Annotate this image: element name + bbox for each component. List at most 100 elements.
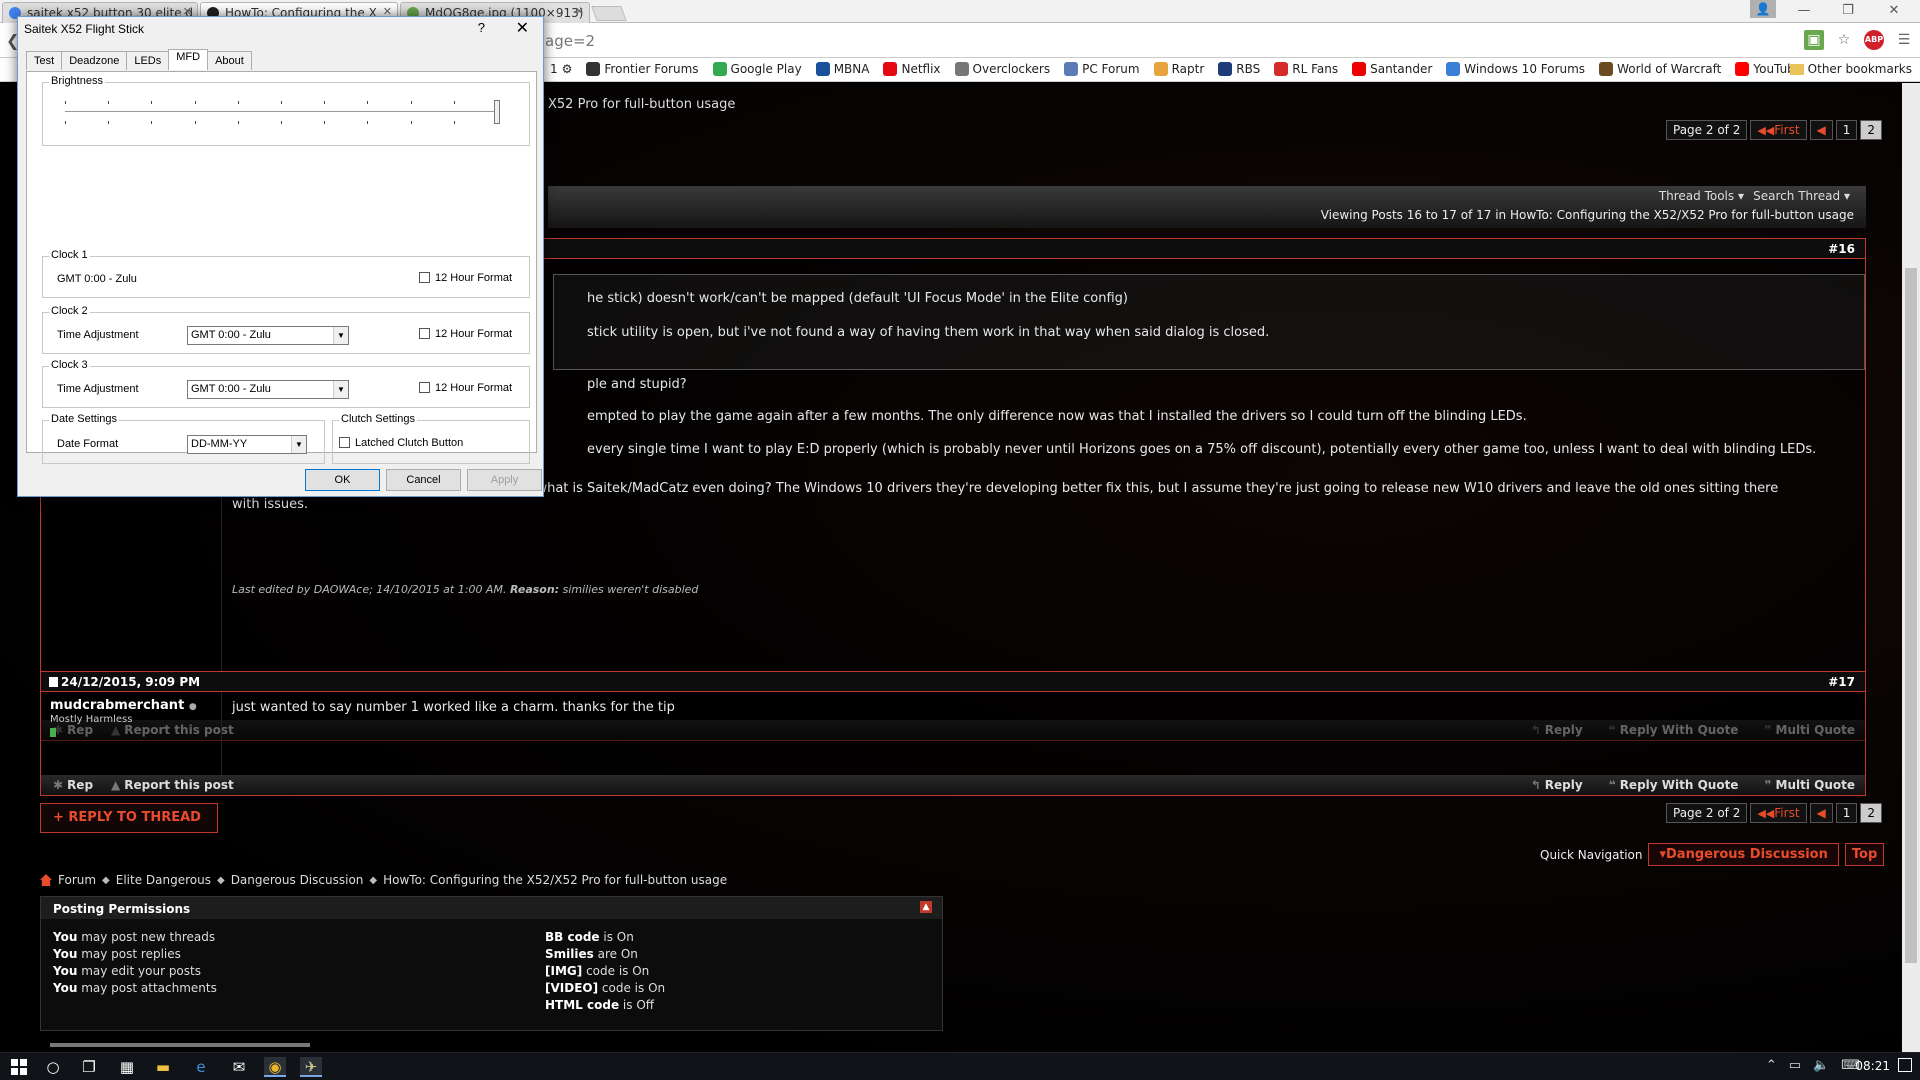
breadcrumb-link[interactable]: Elite Dangerous <box>116 873 211 887</box>
breadcrumb: Forum ◆ Elite Dangerous ◆ Dangerous Disc… <box>40 873 727 887</box>
smilies-link[interactable]: Smilies <box>545 947 594 961</box>
folder-icon <box>1789 63 1804 75</box>
new-tab-button[interactable] <box>591 6 627 21</box>
edge-icon[interactable]: e <box>190 1057 212 1077</box>
first-page-button[interactable]: ◀◀First <box>1750 120 1807 140</box>
img-code-link[interactable]: [IMG] <box>545 964 582 978</box>
bookmark-item[interactable]: Netflix <box>883 62 941 76</box>
file-explorer-icon[interactable]: ▬ <box>152 1057 174 1077</box>
scrollbar-thumb[interactable] <box>1905 268 1917 963</box>
reply-to-thread-button[interactable]: + REPLY TO THREAD <box>40 803 218 833</box>
slider-tick <box>195 101 196 104</box>
adblock-icon[interactable]: ABP <box>1864 30 1884 50</box>
bookmark-item[interactable]: Windows 10 Forums <box>1446 62 1585 76</box>
chevron-down-icon: ▼ <box>291 436 306 453</box>
saitek-app-icon[interactable]: ✈ <box>300 1057 322 1077</box>
network-icon[interactable]: ▭ <box>1789 1058 1801 1073</box>
bookmark-item[interactable]: PC Forum <box>1064 62 1140 76</box>
image-extension-icon[interactable]: ▣ <box>1804 30 1824 50</box>
tab-about[interactable]: About <box>207 51 252 70</box>
collapse-icon[interactable]: ▲ <box>920 901 932 913</box>
url-field[interactable]: age=2 <box>545 32 595 50</box>
latched-clutch-checkbox[interactable] <box>339 437 350 448</box>
profile-icon[interactable]: 👤 <box>1750 0 1776 18</box>
chrome-icon[interactable]: ◉ <box>264 1057 286 1077</box>
prev-page-icon[interactable]: ◀ <box>1809 120 1833 140</box>
video-code-link[interactable]: [VIDEO] <box>545 981 598 995</box>
permission-item: You may post attachments <box>53 981 217 995</box>
post-number[interactable]: #17 <box>1828 675 1855 689</box>
taskbar-clock[interactable]: 08:21 <box>1855 1059 1890 1073</box>
clock2-timezone-select[interactable]: GMT 0:00 - Zulu ▼ <box>187 326 349 345</box>
date-format-select[interactable]: DD-MM-YY ▼ <box>187 435 307 454</box>
clock2-12h-checkbox[interactable] <box>419 328 430 339</box>
report-post-button[interactable]: ▲Report this post <box>111 778 234 792</box>
tab-mfd[interactable]: MFD <box>168 49 209 70</box>
home-icon[interactable] <box>40 874 52 886</box>
bookmark-item[interactable]: RL Fans <box>1274 62 1338 76</box>
apply-button[interactable]: Apply <box>467 469 542 491</box>
breadcrumb-link[interactable]: Forum <box>58 873 96 887</box>
clock3-12h-checkbox[interactable] <box>419 382 430 393</box>
restore-icon[interactable]: ❐ <box>1828 0 1868 22</box>
bbcode-link[interactable]: BB code <box>545 930 600 944</box>
prev-page-icon[interactable]: ◀ <box>1809 803 1833 823</box>
notifications-icon[interactable] <box>1898 1058 1912 1072</box>
bookmark-item[interactable]: Santander <box>1352 62 1432 76</box>
clock2-12h-label: 12 Hour Format <box>435 328 513 340</box>
minimize-icon[interactable]: — <box>1784 0 1824 22</box>
bookmark-item[interactable]: MBNA <box>815 62 869 76</box>
page-indicator[interactable]: Page 2 of 2 <box>1666 803 1748 823</box>
star-bookmark-icon[interactable]: ☆ <box>1834 30 1854 50</box>
start-icon[interactable] <box>8 1057 30 1077</box>
clock2-label: Clock 2 <box>49 305 90 317</box>
bookmark-item[interactable]: World of Warcraft <box>1599 62 1721 76</box>
clock1-12h-checkbox[interactable] <box>419 272 430 283</box>
horizontal-scrollbar[interactable] <box>50 1043 310 1047</box>
clock3-timezone-select[interactable]: GMT 0:00 - Zulu ▼ <box>187 380 349 399</box>
brightness-track <box>65 111 497 113</box>
vertical-scrollbar[interactable] <box>1902 83 1920 1052</box>
tab-leds[interactable]: LEDs <box>126 51 170 70</box>
reply-button[interactable]: ↰Reply <box>1531 778 1583 792</box>
menu-icon[interactable]: ☰ <box>1894 30 1914 50</box>
bookmark-item[interactable]: Google Play <box>712 62 802 76</box>
post-number[interactable]: #16 <box>1828 242 1855 256</box>
volume-icon[interactable]: 🔈 <box>1813 1058 1829 1073</box>
multi-quote-button[interactable]: ❞Multi Quote <box>1764 778 1855 792</box>
rep-button[interactable]: ✱Rep <box>53 778 93 792</box>
help-icon[interactable]: ? <box>478 20 485 35</box>
bookmark-item[interactable]: RBS <box>1218 62 1260 76</box>
bookmark-overflow[interactable]: 1 ⚙ <box>550 62 572 76</box>
cortana-icon[interactable]: ○ <box>42 1057 64 1077</box>
mail-icon[interactable]: ✉ <box>228 1057 250 1077</box>
close-icon[interactable]: ✕ <box>575 5 584 18</box>
cancel-button[interactable]: Cancel <box>386 469 461 491</box>
page-1-link[interactable]: 1 <box>1835 120 1858 140</box>
breadcrumb-link[interactable]: Dangerous Discussion <box>231 873 364 887</box>
quick-nav-select[interactable]: ▾Dangerous Discussion <box>1648 843 1839 866</box>
bookmark-item[interactable]: Overclockers <box>954 62 1050 76</box>
bookmark-item[interactable]: Frontier Forums <box>586 62 699 76</box>
reply-with-quote-button[interactable]: ❝Reply With Quote <box>1609 778 1739 792</box>
search-thread-menu[interactable]: Search Thread ▾ <box>1753 189 1850 203</box>
page-1-link[interactable]: 1 <box>1835 803 1858 823</box>
quote-box <box>553 274 1865 370</box>
other-bookmarks[interactable]: Other bookmarks <box>1789 62 1912 76</box>
first-page-button[interactable]: ◀◀First <box>1750 803 1807 823</box>
tab-test[interactable]: Test <box>26 51 63 70</box>
thread-tools-menu[interactable]: Thread Tools ▾ <box>1659 189 1744 203</box>
chevron-up-icon[interactable]: ⌃ <box>1766 1058 1777 1073</box>
brightness-slider[interactable] <box>494 100 500 124</box>
tab-deadzone[interactable]: Deadzone <box>61 51 128 70</box>
close-window-icon[interactable]: ✕ <box>1874 0 1914 22</box>
clutch-settings-group: Clutch Settings Latched Clutch Button <box>332 413 530 464</box>
bookmark-item[interactable]: Raptr <box>1153 62 1204 76</box>
close-icon[interactable]: ✕ <box>516 18 529 38</box>
page-indicator[interactable]: Page 2 of 2 <box>1666 120 1748 140</box>
username[interactable]: mudcrabmerchant ● <box>50 698 197 713</box>
ok-button[interactable]: OK <box>305 469 380 491</box>
top-button[interactable]: Top <box>1844 843 1885 866</box>
task-view-icon[interactable]: ❐ <box>78 1057 100 1077</box>
store-icon[interactable]: ▦ <box>116 1057 138 1077</box>
